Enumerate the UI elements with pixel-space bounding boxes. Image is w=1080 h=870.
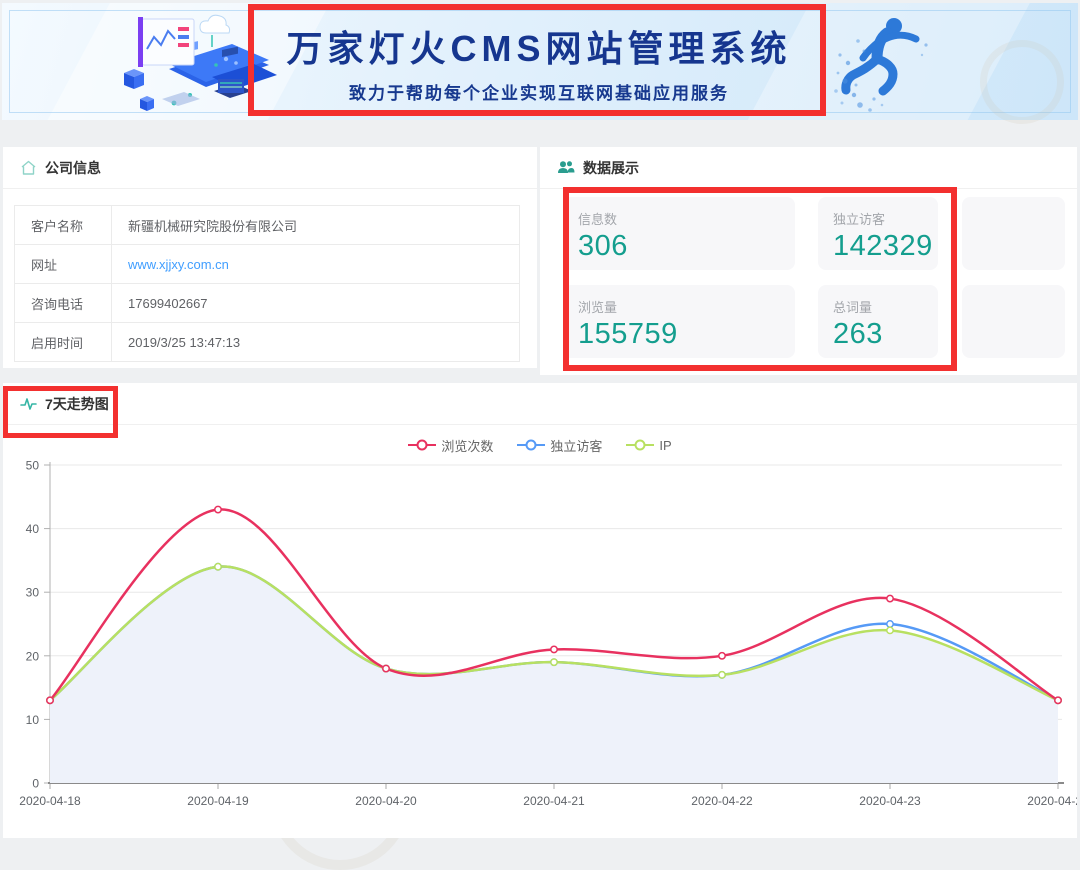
svg-text:2020-04-19: 2020-04-19: [187, 794, 249, 808]
row-label: 咨询电话: [15, 284, 112, 323]
legend-item[interactable]: 浏览次数: [408, 436, 493, 455]
table-row: 启用时间 2019/3/25 13:47:13: [15, 323, 520, 362]
stat-card-info-count: 信息数 306: [563, 197, 795, 270]
trend-chart-canvas: 0 10 20 30 40 50 2020-04-18 2020-04-19 2020-04-2…: [3, 457, 1077, 812]
legend-marker-icon: [626, 438, 654, 452]
pulse-icon: [20, 397, 37, 411]
svg-text:10: 10: [26, 713, 40, 727]
svg-text:30: 30: [26, 586, 40, 600]
banner-title: 万家灯火CMS网站管理系统: [287, 20, 792, 72]
legend-label: 独立访客: [550, 436, 602, 455]
stat-label: 总词量: [833, 297, 938, 316]
stat-label: 信息数: [578, 209, 795, 228]
legend-item[interactable]: IP: [626, 438, 671, 453]
svg-text:0: 0: [32, 777, 39, 791]
legend-item[interactable]: 独立访客: [517, 436, 602, 455]
customer-name-value: 新疆机械研究院股份有限公司: [112, 206, 520, 245]
svg-text:2020-04-20: 2020-04-20: [355, 794, 417, 808]
svg-text:2020-04-21: 2020-04-21: [523, 794, 585, 808]
users-icon: [557, 160, 575, 175]
row-label: 客户名称: [15, 206, 112, 245]
company-info-panel: 公司信息 客户名称 新疆机械研究院股份有限公司 网址 www.xjjxy.com…: [3, 147, 537, 368]
table-row: 网址 www.xjjxy.com.cn: [15, 245, 520, 284]
stat-card-pageviews: 浏览量 155759: [563, 285, 795, 358]
svg-text:2020-04-24: 2020-04-24: [1027, 794, 1077, 808]
legend-label: IP: [659, 438, 671, 453]
chart-legend: 浏览次数 独立访客 IP: [3, 435, 1077, 455]
stat-value: 306: [578, 230, 795, 263]
trend-chart-panel: 7天走势图 浏览次数 独立访客 IP 0 10 20 30 40 50 2020-04-18 20…: [3, 383, 1077, 838]
stat-card-unique-visitors: 独立访客 142329: [818, 197, 938, 270]
table-row: 客户名称 新疆机械研究院股份有限公司: [15, 206, 520, 245]
stat-value: 155759: [578, 318, 795, 351]
legend-marker-icon: [517, 438, 545, 452]
stat-value: 142329: [833, 230, 938, 263]
legend-marker-icon: [408, 438, 436, 452]
company-info-table: 客户名称 新疆机械研究院股份有限公司 网址 www.xjjxy.com.cn 咨…: [14, 205, 520, 362]
start-time-value: 2019/3/25 13:47:13: [112, 323, 520, 362]
svg-text:50: 50: [26, 459, 40, 473]
stat-card-total-words: 总词量 263: [818, 285, 938, 358]
svg-text:20: 20: [26, 649, 40, 663]
stats-panel-title: 数据展示: [583, 158, 639, 178]
row-label: 启用时间: [15, 323, 112, 362]
stat-label: 独立访客: [833, 209, 938, 228]
runner-icon: [830, 11, 1035, 117]
company-panel-title: 公司信息: [45, 158, 101, 178]
stat-value: 263: [833, 318, 938, 351]
svg-text:2020-04-23: 2020-04-23: [859, 794, 921, 808]
banner-subtitle: 致力于帮助每个企业实现互联网基础应用服务: [349, 79, 729, 104]
stat-label: 浏览量: [578, 297, 795, 316]
legend-label: 浏览次数: [441, 436, 493, 455]
stat-card-empty: [962, 285, 1065, 358]
svg-text:2020-04-22: 2020-04-22: [691, 794, 753, 808]
home-icon: [20, 160, 37, 176]
trend-panel-title: 7天走势图: [45, 394, 109, 414]
svg-text:2020-04-18: 2020-04-18: [19, 794, 81, 808]
table-row: 咨询电话 17699402667: [15, 284, 520, 323]
row-label: 网址: [15, 245, 112, 284]
svg-text:40: 40: [26, 522, 40, 536]
data-stats-panel: 数据展示 信息数 306 独立访客 142329 浏览量 155759 总词量 …: [540, 147, 1077, 375]
phone-value: 17699402667: [112, 284, 520, 323]
website-link[interactable]: www.xjjxy.com.cn: [128, 257, 229, 272]
top-banner: 万家灯火CMS网站管理系统 致力于帮助每个企业实现互联网基础应用服务: [2, 3, 1078, 120]
stat-card-empty: [962, 197, 1065, 270]
